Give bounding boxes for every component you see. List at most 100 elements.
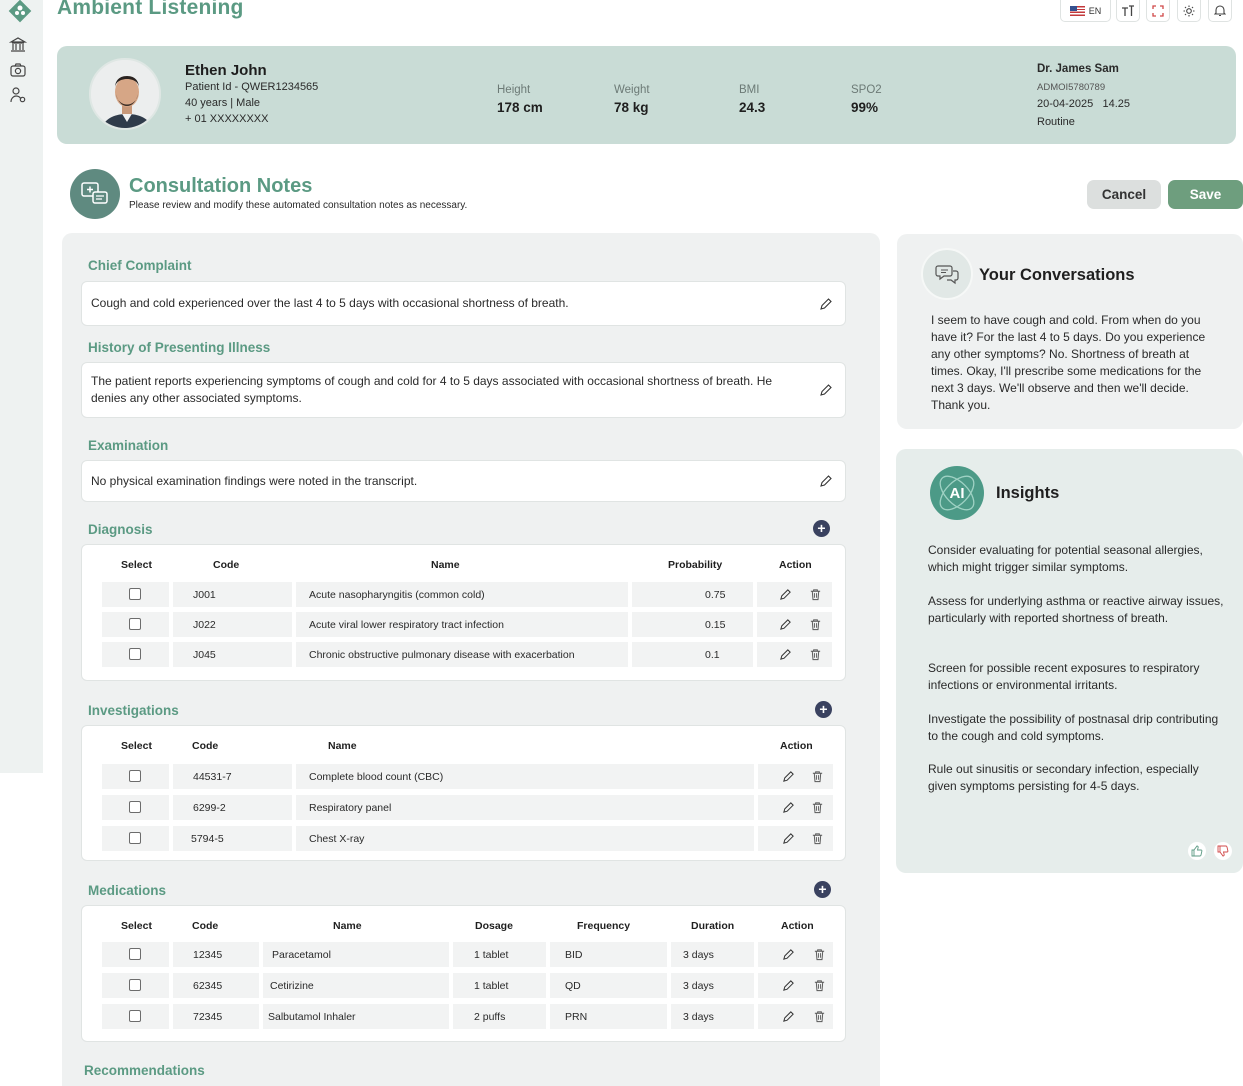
language-selector[interactable]: EN [1060,0,1111,22]
us-flag-icon [1069,5,1085,16]
code-cell: J022 [173,612,292,637]
row-checkbox[interactable] [129,948,141,960]
column-header: Code [213,559,240,571]
delete-trash-icon[interactable] [809,648,822,661]
duration-cell: 3 days [671,942,754,967]
action-cell [758,973,833,998]
code-cell: 5794-5 [173,826,292,851]
user-settings-icon[interactable] [9,86,27,104]
row-checkbox[interactable] [129,588,141,600]
camera-icon[interactable] [9,61,27,79]
name-cell: Complete blood count (CBC) [296,764,754,789]
doctor-name: Dr. James Sam [1037,63,1119,75]
row-checkbox[interactable] [129,832,141,844]
edit-pencil-icon[interactable] [782,801,795,814]
edit-pencil-icon[interactable] [782,832,795,845]
edit-pencil-icon[interactable] [819,297,833,311]
save-button[interactable]: Save [1168,180,1243,209]
probability-cell: 0.15 [632,612,753,637]
patient-avatar [89,58,161,130]
expand-icon [1152,4,1164,17]
code-cell: 62345 [173,973,259,998]
name-cell: Chest X-ray [296,826,754,851]
page-title: Consultation Notes [129,175,313,197]
delete-trash-icon[interactable] [809,618,822,631]
edit-pencil-icon[interactable] [779,648,792,661]
hospital-icon[interactable] [9,36,27,54]
delete-trash-icon[interactable] [811,801,824,814]
code-cell: 12345 [173,942,259,967]
patient-banner: Ethen John Patient Id - QWER1234565 40 y… [57,46,1236,144]
examination-field[interactable]: No physical examination findings were no… [81,460,846,502]
add-investigation-button[interactable]: + [815,701,832,718]
edit-pencil-icon[interactable] [819,474,833,488]
name-cell: Chronic obstructive pulmonary disease wi… [296,642,628,667]
edit-pencil-icon[interactable] [782,1010,795,1023]
column-header: Name [431,559,460,571]
duration-cell: 3 days [671,1004,754,1029]
duration-cell: 3 days [671,973,754,998]
history-field[interactable]: The patient reports experiencing symptom… [81,362,846,418]
thumbs-down-button[interactable] [1214,842,1232,860]
app-logo-icon[interactable] [7,0,33,24]
row-checkbox[interactable] [129,1010,141,1022]
row-checkbox[interactable] [129,979,141,991]
cancel-button[interactable]: Cancel [1087,180,1161,209]
chief-complaint-title: Chief Complaint [88,258,192,273]
delete-trash-icon[interactable] [813,948,826,961]
delete-trash-icon[interactable] [811,770,824,783]
vital-label: Height [497,84,531,96]
medications-title: Medications [88,883,167,898]
chief-complaint-field[interactable]: Cough and cold experienced over the last… [81,281,846,326]
column-header: Probability [668,559,723,571]
vital-value: 24.3 [739,100,766,115]
vital-value: 99% [851,100,879,115]
vital-spo2: SPO2 99% [851,84,882,115]
code-cell: 6299-2 [173,795,292,820]
action-cell [758,942,833,967]
select-cell [102,582,169,607]
name-cell: Acute nasopharyngitis (common cold) [296,582,628,607]
add-diagnosis-button[interactable]: + [813,520,830,537]
edit-pencil-icon[interactable] [782,770,795,783]
edit-pencil-icon[interactable] [782,979,795,992]
consultation-icon [70,169,120,219]
name-cell: Respiratory panel [296,795,754,820]
edit-pencil-icon[interactable] [779,618,792,631]
column-header: Code [192,740,219,752]
row-checkbox[interactable] [129,618,141,630]
vital-label: BMI [739,84,760,96]
row-checkbox[interactable] [129,648,141,660]
admission-id: ADMOI5780789 [1037,82,1106,93]
code-cell: 44531-7 [173,764,292,789]
examination-text: No physical examination findings were no… [91,473,418,488]
fullscreen-button[interactable] [1146,0,1170,22]
frequency-cell: BID [550,942,667,967]
add-medication-button[interactable]: + [814,881,831,898]
font-size-button[interactable] [1116,0,1140,22]
edit-pencil-icon[interactable] [782,948,795,961]
notifications-button[interactable] [1208,0,1232,22]
row-checkbox[interactable] [129,770,141,782]
delete-trash-icon[interactable] [809,588,822,601]
frequency-cell: PRN [550,1004,667,1029]
examination-title: Examination [88,438,169,453]
column-header: Action [781,920,814,932]
edit-pencil-icon[interactable] [779,588,792,601]
visit-date: 20-04-2025 [1037,98,1094,110]
conversations-panel: Your Conversations I seem to have cough … [897,234,1243,429]
column-header: Dosage [475,920,513,932]
delete-trash-icon[interactable] [813,979,826,992]
theme-toggle-button[interactable] [1177,0,1201,22]
thumbs-up-button[interactable] [1188,842,1206,860]
insight-item: Assess for underlying asthma or reactive… [928,594,1224,625]
delete-trash-icon[interactable] [811,832,824,845]
delete-trash-icon[interactable] [813,1010,826,1023]
edit-pencil-icon[interactable] [819,383,833,397]
row-checkbox[interactable] [129,801,141,813]
patient-age-sex: 40 years | Male [185,97,261,109]
action-cell [758,1004,833,1029]
visit-type: Routine [1037,116,1075,128]
insight-item: Consider evaluating for potential season… [928,543,1203,574]
sidebar [0,0,43,773]
